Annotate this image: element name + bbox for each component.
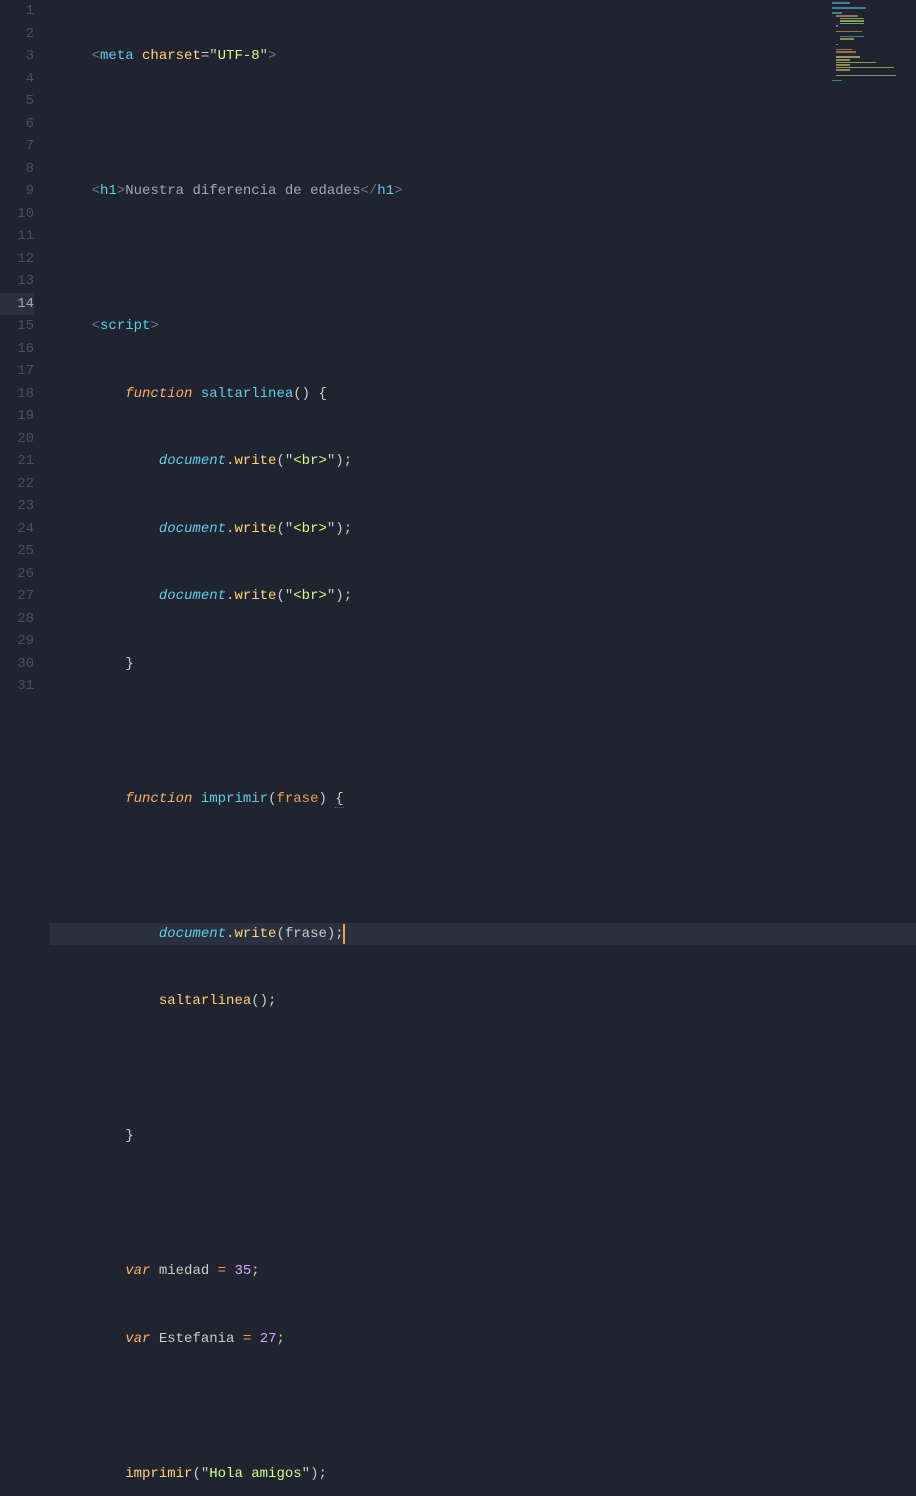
line-number: 5 xyxy=(0,90,34,113)
code-line[interactable]: } xyxy=(50,653,916,676)
code-line[interactable]: var miedad = 35; xyxy=(50,1260,916,1283)
line-number: 31 xyxy=(0,675,34,698)
code-line[interactable] xyxy=(50,113,916,136)
line-number: 8 xyxy=(0,158,34,181)
code-line[interactable]: document.write("<br>"); xyxy=(50,585,916,608)
line-number: 19 xyxy=(0,405,34,428)
line-number: 25 xyxy=(0,540,34,563)
line-number-gutter: 1 2 3 4 5 6 7 8 9 10 11 12 13 14 15 16 1… xyxy=(0,0,50,748)
line-number: 9 xyxy=(0,180,34,203)
text-cursor xyxy=(343,924,345,944)
line-number: 12 xyxy=(0,248,34,271)
line-number: 15 xyxy=(0,315,34,338)
code-line[interactable] xyxy=(50,1193,916,1216)
line-number: 29 xyxy=(0,630,34,653)
code-line[interactable]: } xyxy=(50,1125,916,1148)
line-number: 3 xyxy=(0,45,34,68)
line-number: 16 xyxy=(0,338,34,361)
code-line[interactable] xyxy=(50,1395,916,1418)
line-number: 24 xyxy=(0,518,34,541)
code-line[interactable]: saltarlinea(); xyxy=(50,990,916,1013)
line-number: 7 xyxy=(0,135,34,158)
line-number: 10 xyxy=(0,203,34,226)
line-number: 6 xyxy=(0,113,34,136)
code-line[interactable] xyxy=(50,1058,916,1081)
code-line[interactable]: <script> xyxy=(50,315,916,338)
line-number: 30 xyxy=(0,653,34,676)
code-line[interactable]: document.write("<br>"); xyxy=(50,518,916,541)
line-number: 23 xyxy=(0,495,34,518)
code-line[interactable] xyxy=(50,720,916,743)
line-number: 17 xyxy=(0,360,34,383)
code-line[interactable]: <meta charset="UTF-8"> xyxy=(50,45,916,68)
line-number: 13 xyxy=(0,270,34,293)
line-number-current: 14 xyxy=(0,293,34,316)
line-number: 1 xyxy=(0,0,34,23)
code-line[interactable] xyxy=(50,248,916,271)
code-line[interactable]: document.write("<br>"); xyxy=(50,450,916,473)
code-line[interactable]: function saltarlinea() { xyxy=(50,383,916,406)
line-number: 18 xyxy=(0,383,34,406)
code-line[interactable]: imprimir("Hola amigos"); xyxy=(50,1463,916,1486)
code-line[interactable]: <h1>Nuestra diferencia de edades</h1> xyxy=(50,180,916,203)
line-number: 4 xyxy=(0,68,34,91)
line-number: 11 xyxy=(0,225,34,248)
line-number: 27 xyxy=(0,585,34,608)
line-number: 21 xyxy=(0,450,34,473)
line-number: 22 xyxy=(0,473,34,496)
line-number: 2 xyxy=(0,23,34,46)
code-editor[interactable]: 1 2 3 4 5 6 7 8 9 10 11 12 13 14 15 16 1… xyxy=(0,0,916,748)
line-number: 28 xyxy=(0,608,34,631)
code-area[interactable]: <meta charset="UTF-8"> <h1>Nuestra difer… xyxy=(50,0,916,748)
line-number: 26 xyxy=(0,563,34,586)
line-number: 20 xyxy=(0,428,34,451)
code-line[interactable]: function imprimir(frase) { xyxy=(50,788,916,811)
code-line-current[interactable]: document.write(frase); xyxy=(50,923,916,946)
code-line[interactable] xyxy=(50,855,916,878)
code-line[interactable]: var Estefania = 27; xyxy=(50,1328,916,1351)
